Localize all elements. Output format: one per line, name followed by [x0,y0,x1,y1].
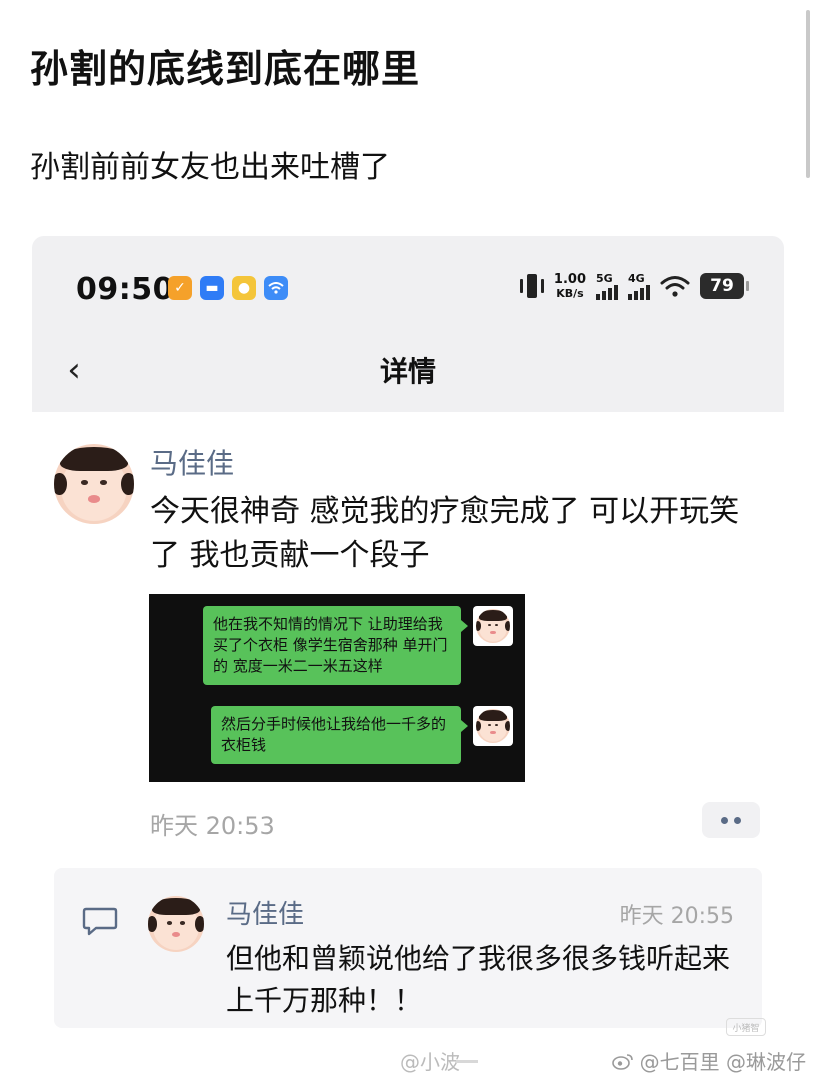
author-avatar[interactable] [54,444,134,524]
reply-timestamp: 昨天 20:55 [619,904,734,929]
signal-4g-icon: 4G [628,273,650,300]
chat-avatar [473,706,513,746]
post-author-name[interactable]: 马佳佳 [150,442,234,482]
watermark-text: @七百里 @琳波仔 [639,1050,806,1074]
chat-avatar [473,606,513,646]
blurred-line [456,1060,478,1063]
net-speed-unit: KB/s [556,287,584,300]
corner-watermark: 小猪智 [726,1018,766,1036]
signal-5g-icon: 5G [596,273,618,300]
signal-5g-label: 5G [596,271,613,285]
page-scrollbar[interactable] [806,10,810,178]
post-subtitle: 孙割前前女友也出来吐槽了 [30,150,390,185]
reply-author-name[interactable]: 马佳佳 [226,894,304,931]
reply-card: 马佳佳 昨天 20:55 但他和曾颖说他给了我很多很多钱听起来上千万那种！！ [54,868,762,1028]
signal-4g-label: 4G [628,271,645,285]
more-options-button[interactable] [702,802,760,838]
blurred-watermark: @小波 [400,1050,460,1074]
chat-bubble: 然后分手时候他让我给他一千多的衣柜钱 [211,706,468,764]
nav-title: 详情 [379,355,436,388]
wifi-app-icon [264,276,288,300]
post-title: 孙割的底线到底在哪里 [30,47,421,91]
chat-image[interactable]: 他在我不知情的情况下 让助理给我买了个衣柜 像学生宿舍那种 单开门的 宽度一米二… [149,594,525,782]
embedded-screenshot: 09:50 ✓ ▬ ● 1.00 KB/s 5G 4G 79 ‹ 详情 马佳佳 … [32,236,784,1040]
vibrate-icon [519,272,544,300]
post-body: 今天很神奇 感觉我的疗愈完成了 可以开玩笑了 我也贡献一个段子 [150,494,740,573]
nav-bar: ‹ 详情 [32,336,784,412]
comment-icon [82,907,118,936]
status-right-cluster: 1.00 KB/s 5G 4G 79 [519,272,749,300]
status-time: 09:50 [76,272,174,307]
weibo-icon [611,1053,633,1070]
reply-author-avatar[interactable] [148,896,204,952]
post-timestamp: 昨天 20:53 [150,812,275,840]
weibo-watermark: @七百里 @琳波仔 [611,1046,806,1075]
wifi-icon [660,276,690,297]
net-speed-value: 1.00 [553,272,586,287]
orange-app-icon: ✓ [168,276,192,300]
reply-body: 但他和曾颖说他给了我很多很多钱听起来上千万那种！！ [226,942,731,1017]
battery-icon: 79 [700,273,749,299]
yellow-bulb-icon: ● [232,276,256,300]
blue-chat-icon: ▬ [200,276,224,300]
net-speed: 1.00 KB/s [554,273,586,299]
chat-bubble: 他在我不知情的情况下 让助理给我买了个衣柜 像学生宿舍那种 单开门的 宽度一米二… [203,606,468,685]
status-bar: 09:50 ✓ ▬ ● 1.00 KB/s 5G 4G 79 [32,236,784,336]
notification-icons: ✓ ▬ ● [168,276,288,300]
